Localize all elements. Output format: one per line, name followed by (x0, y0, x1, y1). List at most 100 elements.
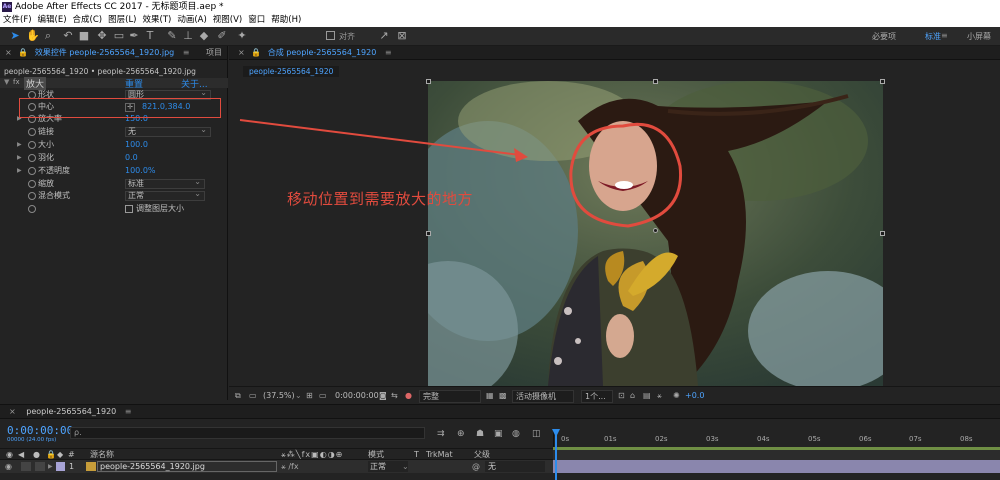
motion-blur-icon[interactable]: ◍ (512, 429, 520, 439)
exposure-value[interactable]: +0.0 (685, 387, 704, 405)
quality-dropdown[interactable]: 完整 (419, 390, 481, 403)
blend-mode-dropdown[interactable]: 正常 (125, 190, 205, 201)
workspace-standard[interactable]: 标准 (925, 31, 941, 42)
transform-handle[interactable] (880, 79, 885, 84)
roto-brush-tool-icon[interactable]: ✐ (216, 30, 228, 42)
menu-edit[interactable]: 编辑(E) (38, 15, 67, 25)
menu-window[interactable]: 窗口 (248, 15, 265, 25)
workspace-menu-icon[interactable]: ≡ (941, 31, 948, 40)
close-icon[interactable]: × (5, 48, 12, 57)
menu-layer[interactable]: 图层(L) (108, 15, 136, 25)
opacity-value[interactable]: 100.0% (125, 165, 156, 178)
expand-triangle-icon[interactable]: ▶ (17, 139, 22, 152)
menu-animation[interactable]: 动画(A) (177, 15, 206, 25)
expand-triangle-icon[interactable]: ▶ (48, 460, 53, 473)
comp-subtab[interactable]: people-2565564_1920 (243, 66, 340, 77)
expand-triangle-icon[interactable]: ▶ (17, 165, 22, 178)
eye-icon[interactable]: ◉ (5, 460, 12, 473)
puppet-tool-icon[interactable]: ✦ (236, 30, 248, 42)
views-dropdown[interactable]: 1个... (581, 390, 613, 403)
expand-triangle-icon[interactable]: ▶ (17, 152, 22, 165)
workspace-small-screen[interactable]: 小屏幕 (967, 31, 991, 42)
layer-name[interactable]: people-2565564_1920.jpg (97, 461, 277, 472)
rectangle-tool-icon[interactable]: ▭ (113, 30, 125, 42)
chevron-down-icon[interactable]: ⌄ (295, 387, 302, 405)
selection-tool-icon[interactable]: ➤ (9, 30, 21, 42)
menu-file[interactable]: 文件(F) (3, 15, 32, 25)
layer-duration-bar[interactable] (553, 460, 1000, 473)
stopwatch-icon[interactable] (28, 167, 36, 175)
camera-tool-icon[interactable]: ■ (78, 30, 90, 42)
panel-menu-icon[interactable]: ≡ (183, 48, 190, 57)
table-row[interactable]: ◉ ▶ 1 people-2565564_1920.jpg ⚹ /fx 正常 ⌄… (0, 460, 553, 473)
scaling-dropdown[interactable]: 标准 (125, 178, 205, 189)
camera-dropdown[interactable]: 活动摄像机 (512, 390, 574, 403)
transform-handle[interactable] (653, 79, 658, 84)
snapshot-icon[interactable]: ⧉ (235, 387, 241, 405)
workspace-essentials[interactable]: 必要项 (872, 31, 896, 42)
link-dropdown[interactable]: 无 (125, 126, 211, 137)
stopwatch-icon[interactable] (28, 205, 36, 213)
anchor-handle[interactable] (653, 228, 658, 233)
brush-tool-icon[interactable]: ✎ (166, 30, 178, 42)
stopwatch-icon[interactable] (28, 180, 36, 188)
eraser-tool-icon[interactable]: ◆ (198, 30, 210, 42)
transform-handle[interactable] (426, 79, 431, 84)
transform-handle[interactable] (426, 231, 431, 236)
tab-project[interactable]: 项目 (206, 48, 222, 57)
snap-checkbox[interactable] (326, 31, 335, 40)
transform-handle[interactable] (880, 231, 885, 236)
stopwatch-icon[interactable] (28, 128, 36, 136)
timeline-timecode[interactable]: 0:00:00:00 (7, 424, 73, 437)
fx-icon[interactable]: fx (13, 78, 20, 86)
mask-icon[interactable]: ▭ (319, 387, 327, 405)
pen-tool-icon[interactable]: ✒ (128, 30, 140, 42)
tab-effect-controls[interactable]: 效果控件 people-2565564_1920.jpg (35, 48, 174, 57)
collapse-triangle-icon[interactable]: ▼ (4, 78, 9, 86)
solo-toggle[interactable] (35, 462, 45, 471)
transparency-grid-icon[interactable]: ▩ (499, 387, 507, 405)
timeline-icon[interactable]: ▤ (643, 387, 651, 405)
zoom-tool-icon[interactable]: ⌕ (42, 30, 54, 42)
hand-tool-icon[interactable]: ✋ (26, 30, 40, 42)
feather-value[interactable]: 0.0 (125, 152, 138, 165)
region-icon[interactable]: ▦ (486, 387, 494, 405)
camera-snapshot-icon[interactable]: ◙ (379, 387, 387, 405)
safe-zone-icon[interactable]: ⊞ (306, 387, 313, 405)
type-tool-icon[interactable]: T (144, 30, 156, 42)
layer-parent-dropdown[interactable]: 无 (485, 461, 545, 472)
viewer-timecode[interactable]: 0:00:00:00 (335, 387, 379, 405)
menu-composition[interactable]: 合成(C) (73, 15, 103, 25)
menu-effect[interactable]: 效果(T) (143, 15, 172, 25)
graph-editor-icon[interactable]: ◫ (532, 429, 541, 439)
time-ruler[interactable]: 0s 01s 02s 03s 04s 05s 06s 07s 08s (553, 429, 1000, 448)
size-value[interactable]: 100.0 (125, 139, 148, 152)
shy-layers-icon[interactable]: ☗ (476, 429, 484, 439)
snap-grid-icon[interactable]: ⊠ (396, 30, 408, 42)
chevron-down-icon[interactable]: ⌄ (402, 460, 409, 473)
close-icon[interactable]: × (9, 407, 16, 416)
tab-timeline-comp[interactable]: people-2565564_1920 (26, 407, 116, 416)
toggle-pixel-icon[interactable]: ⊡ (618, 387, 625, 405)
zoom-dropdown[interactable]: (37.5%) (263, 387, 295, 405)
pickwhip-icon[interactable]: @ (472, 460, 480, 473)
fast-preview-icon[interactable]: ⌂ (630, 387, 635, 405)
monitor-icon[interactable]: ▭ (249, 387, 257, 405)
exposure-icon[interactable]: ✺ (673, 387, 680, 405)
rotate-tool-icon[interactable]: ↶ (62, 30, 74, 42)
audio-toggle[interactable] (21, 462, 31, 471)
lock-icon[interactable]: 🔒 (251, 48, 261, 57)
show-snapshot-icon[interactable]: ⇆ (391, 387, 398, 405)
flowchart-icon[interactable]: ⚹ (657, 387, 662, 405)
layer-switches[interactable]: ⚹ /fx (281, 460, 299, 473)
menu-view[interactable]: 视图(V) (213, 15, 242, 25)
comp-mini-flowchart-icon[interactable]: ⇉ (437, 429, 445, 439)
close-icon[interactable]: × (238, 48, 245, 57)
snap-option-icon[interactable]: ↗ (378, 30, 390, 42)
draft-3d-icon[interactable]: ⊕ (457, 429, 465, 439)
label-color-swatch[interactable] (56, 462, 65, 471)
pan-behind-tool-icon[interactable]: ✥ (96, 30, 108, 42)
menu-help[interactable]: 帮助(H) (271, 15, 301, 25)
color-channel-icon[interactable]: ● (405, 387, 412, 405)
lock-icon[interactable]: 🔒 (18, 48, 28, 57)
